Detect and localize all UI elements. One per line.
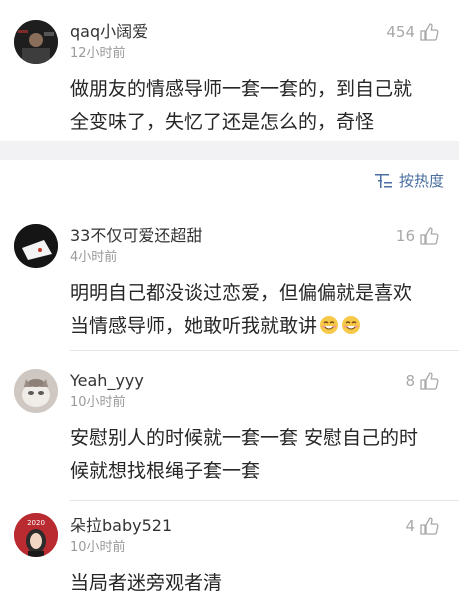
smiling-face-emoji-icon <box>320 316 339 334</box>
like-count: 4 <box>405 517 415 535</box>
like-button[interactable]: 4 <box>405 516 439 536</box>
divider <box>70 350 459 351</box>
comment-item: 2020 朵拉baby521 10小时前 4 当局者迷旁观者清 <box>0 505 459 603</box>
comment-text-fragment: 当情感导师，她敢听我就敢讲 <box>70 315 318 337</box>
username[interactable]: 33不仅可爱还超甜 <box>70 226 202 246</box>
avatar[interactable] <box>14 369 58 413</box>
avatar[interactable]: 2020 <box>14 513 58 557</box>
timestamp: 12小时前 <box>70 46 126 61</box>
comment-text: 做朋友的情感导师一套一套的，到自己就 全变味了，失忆了还是怎么的，奇怪 <box>70 73 445 139</box>
like-button[interactable]: 454 <box>386 22 439 42</box>
thumbs-up-icon <box>420 227 439 245</box>
smiling-face-emoji-icon <box>342 316 361 334</box>
like-button[interactable]: 16 <box>396 226 439 246</box>
comment-text-line: 安慰别人的时候就一套一套 安慰自己的时 <box>70 427 419 449</box>
username[interactable]: Yeah_yyy <box>70 371 144 391</box>
like-button[interactable]: 8 <box>405 371 439 391</box>
timestamp: 10小时前 <box>70 395 126 410</box>
username[interactable]: qaq小阔爱 <box>70 22 148 42</box>
comment-text: 安慰别人的时候就一套一套 安慰自己的时 候就想找根绳子套一套 <box>70 422 445 488</box>
comment-item: Yeah_yyy 10小时前 8 安慰别人的时候就一套一套 安慰自己的时 候就想… <box>0 355 459 500</box>
comment-text-line: 明明自己都没谈过恋爱，但偏偏就是喜欢 <box>70 282 413 304</box>
username[interactable]: 朵拉baby521 <box>70 516 172 536</box>
comment-text-line: 当情感导师，她敢听我就敢讲 <box>70 310 445 343</box>
comment-item: 33不仅可爱还超甜 4小时前 16 明明自己都没谈过恋爱，但偏偏就是喜欢 当情感… <box>0 210 459 350</box>
comment-text-line: 当局者迷旁观者清 <box>70 572 223 594</box>
timestamp: 10小时前 <box>70 540 126 555</box>
thumbs-up-icon <box>420 372 439 390</box>
like-count: 16 <box>395 227 415 245</box>
divider <box>70 500 459 501</box>
like-count: 8 <box>405 372 415 390</box>
thumbs-up-icon <box>420 23 439 41</box>
like-count: 454 <box>386 23 415 41</box>
comment-text-line: 全变味了，失忆了还是怎么的，奇怪 <box>70 111 375 133</box>
section-divider <box>0 141 459 160</box>
sort-button[interactable]: 按热度 <box>374 172 444 190</box>
sort-label: 按热度 <box>398 172 444 190</box>
thumbs-up-icon <box>420 517 439 535</box>
avatar[interactable] <box>14 20 58 64</box>
comment-item: qaq小阔爱 12小时前 454 做朋友的情感导师一套一套的，到自己就 全变味了… <box>0 0 459 141</box>
comment-text: 明明自己都没谈过恋爱，但偏偏就是喜欢 当情感导师，她敢听我就敢讲 <box>70 277 445 343</box>
comment-text-line: 候就想找根绳子套一套 <box>70 460 261 482</box>
timestamp: 4小时前 <box>70 250 118 265</box>
sort-list-icon <box>374 174 392 188</box>
svg-text:2020: 2020 <box>27 519 45 527</box>
comment-text: 当局者迷旁观者清 <box>70 567 445 600</box>
avatar[interactable] <box>14 224 58 268</box>
comment-text-line: 做朋友的情感导师一套一套的，到自己就 <box>70 78 413 100</box>
